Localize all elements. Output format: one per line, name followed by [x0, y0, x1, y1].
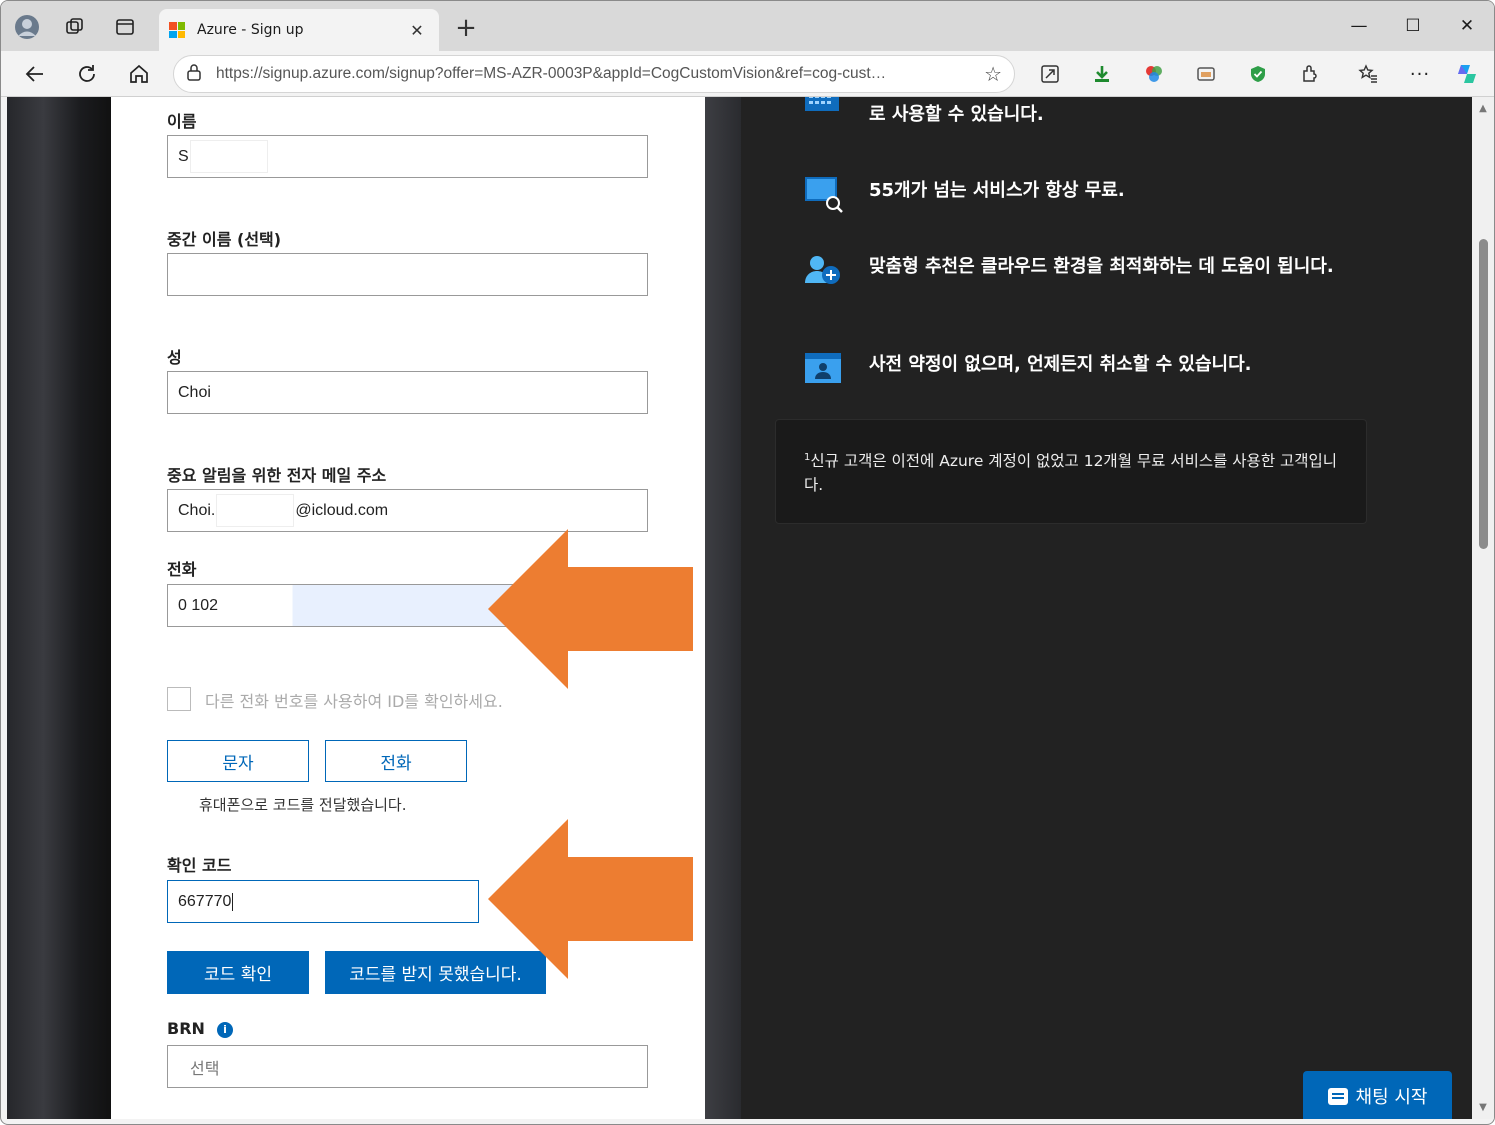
calendar-icon — [803, 97, 843, 125]
lock-icon[interactable] — [186, 63, 202, 85]
phone-value: 0 102 — [178, 596, 219, 614]
immersive-reader-icon[interactable] — [1037, 61, 1063, 87]
benefit-text-3: 사전 약정이 없으며, 언제든지 취소할 수 있습니다. — [869, 354, 1252, 375]
verification-code-value: 667770 — [178, 892, 232, 910]
divider-strip — [705, 97, 741, 1119]
minimize-button[interactable]: — — [1339, 11, 1379, 41]
brn-input[interactable]: 선택 — [167, 1045, 648, 1088]
screenshot-extension-icon[interactable] — [1193, 61, 1219, 87]
email-value-suffix: @icloud.com — [295, 501, 389, 519]
profile-icon[interactable] — [11, 11, 43, 43]
url-text[interactable]: https://signup.azure.com/signup?offer=MS… — [216, 65, 984, 83]
refresh-icon[interactable] — [70, 57, 104, 91]
annotation-arrow-phone — [488, 529, 693, 689]
star-icon[interactable]: ☆ — [984, 62, 1002, 86]
tab-strip: Azure - Sign up ✕ + — ☐ ✕ — [1, 1, 1494, 51]
start-chat-button[interactable]: 채팅 시작 — [1303, 1071, 1452, 1119]
favorites-icon[interactable] — [1355, 61, 1381, 87]
redaction-mask — [189, 140, 268, 173]
last-name-input[interactable]: Choi — [167, 371, 648, 414]
download-extension-icon[interactable] — [1089, 61, 1115, 87]
benefit-text-0: 로 사용할 수 있습니다. — [869, 104, 1044, 125]
vertical-tabs-icon[interactable] — [109, 11, 141, 43]
copilot-icon[interactable] — [1454, 61, 1480, 87]
page-scrollbar[interactable]: ▲ ▼ — [1472, 97, 1494, 1119]
active-tab[interactable]: Azure - Sign up ✕ — [159, 9, 439, 51]
first-name-value: S — [178, 147, 189, 165]
info-icon[interactable]: i — [217, 1022, 233, 1038]
more-options-icon[interactable]: ··· — [1407, 61, 1433, 87]
code-sent-note: 휴대폰으로 코드를 전달했습니다. — [199, 796, 407, 814]
email-input[interactable]: Choi. @icloud.com — [167, 489, 648, 532]
benefits-panel: 로 사용할 수 있습니다. 55개가 넘는 서비스가 항상 무료. 맞춤형 추천… — [741, 97, 1472, 1119]
text-message-button[interactable]: 문자 — [167, 740, 309, 782]
color-picker-extension-icon[interactable] — [1141, 61, 1167, 87]
monitor-search-icon — [803, 175, 843, 213]
chat-icon — [1327, 1087, 1348, 1105]
benefit-text-2: 맞춤형 추천은 클라우드 환경을 최적화하는 데 도움이 됩니다. — [869, 256, 1334, 277]
phone-call-button[interactable]: 전화 — [325, 740, 467, 782]
benefit-text-1: 55개가 넘는 서비스가 항상 무료. — [869, 180, 1125, 201]
scroll-up-icon[interactable]: ▲ — [1472, 103, 1494, 114]
alt-phone-checkbox[interactable] — [167, 687, 191, 711]
browser-toolbar: https://signup.azure.com/signup?offer=MS… — [1, 51, 1494, 97]
middle-name-label: 중간 이름 (선택) — [167, 230, 282, 249]
text-cursor — [232, 892, 234, 911]
page-viewport: 이름 S 중간 이름 (선택) 성 Choi 중요 알림을 위한 전자 메일 주… — [7, 97, 1472, 1119]
close-tab-icon[interactable]: ✕ — [405, 21, 429, 40]
tab-title: Azure - Sign up — [197, 22, 304, 38]
last-name-value: Choi — [178, 383, 211, 401]
middle-name-input[interactable] — [167, 253, 648, 296]
footnote-box: 1신규 고객은 이전에 Azure 계정이 없었고 12개월 무료 서비스를 사… — [775, 419, 1367, 524]
extensions-icon[interactable] — [1297, 61, 1323, 87]
phone-label: 전화 — [167, 560, 197, 579]
id-card-icon — [803, 351, 843, 385]
verification-code-label: 확인 코드 — [167, 856, 232, 875]
workspaces-icon[interactable] — [59, 11, 91, 43]
first-name-input[interactable]: S — [167, 135, 648, 178]
redaction-mask — [216, 494, 295, 527]
browser-window: Azure - Sign up ✕ + — ☐ ✕ https://signup… — [0, 0, 1495, 1125]
shield-icon[interactable] — [1245, 61, 1271, 87]
user-add-icon — [803, 253, 843, 287]
maximize-button[interactable]: ☐ — [1393, 11, 1433, 41]
scrollbar-thumb[interactable] — [1479, 239, 1488, 549]
close-window-button[interactable]: ✕ — [1447, 11, 1487, 41]
microsoft-logo-icon — [169, 22, 185, 38]
verification-code-input[interactable]: 667770 — [167, 880, 479, 923]
scroll-down-icon[interactable]: ▼ — [1472, 1102, 1494, 1113]
back-arrow-icon[interactable] — [18, 57, 52, 91]
start-chat-label: 채팅 시작 — [1355, 1087, 1428, 1108]
last-name-label: 성 — [167, 348, 182, 367]
left-background — [7, 97, 111, 1119]
verify-code-button[interactable]: 코드 확인 — [167, 951, 309, 994]
email-value-prefix: Choi. — [178, 501, 216, 519]
benefit-partial-line — [869, 97, 1339, 101]
brn-label: BRN — [167, 1019, 205, 1038]
home-icon[interactable] — [122, 57, 156, 91]
annotation-arrow-code — [488, 819, 693, 979]
first-name-label: 이름 — [167, 112, 197, 131]
footnote-text: 신규 고객은 이전에 Azure 계정이 없었고 12개월 무료 서비스를 사용… — [804, 452, 1338, 495]
email-label: 중요 알림을 위한 전자 메일 주소 — [167, 466, 387, 485]
address-bar[interactable]: https://signup.azure.com/signup?offer=MS… — [173, 55, 1015, 93]
brn-placeholder: 선택 — [190, 1060, 220, 1078]
new-tab-button[interactable]: + — [451, 13, 481, 43]
alt-phone-checkbox-label: 다른 전화 번호를 사용하여 ID를 확인하세요. — [205, 692, 503, 711]
